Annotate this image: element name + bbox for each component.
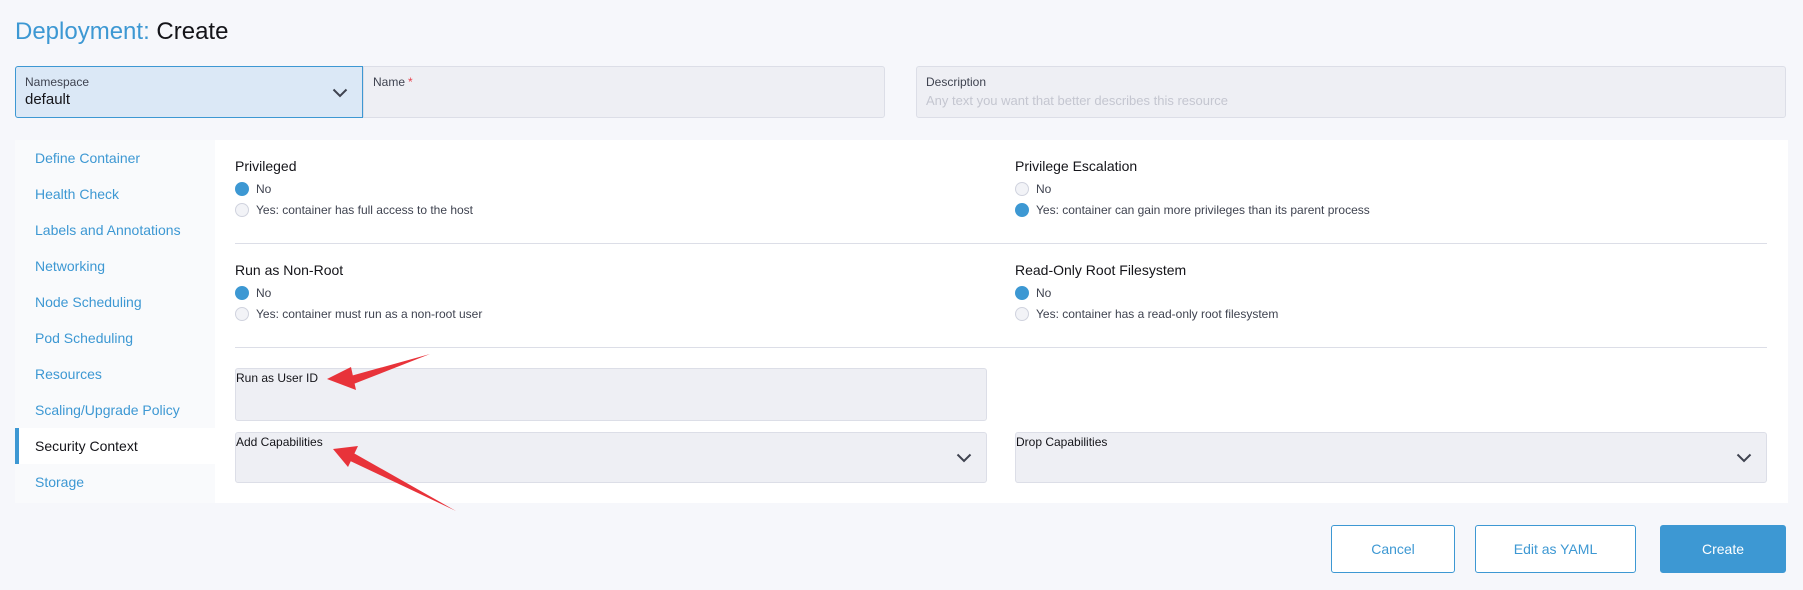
description-label: Description: [926, 75, 987, 89]
tab-scaling-upgrade-policy[interactable]: Scaling/Upgrade Policy: [15, 392, 215, 428]
page-title-action: Create: [156, 18, 229, 45]
radio-checked-icon: [1015, 203, 1029, 217]
read-only-root-fs-no-radio[interactable]: No: [1015, 285, 1051, 301]
deployment-create-page: Deployment: Create Namespace default Nam…: [0, 0, 1803, 590]
read-only-root-fs-yes-radio[interactable]: Yes: container has a read-only root file…: [1015, 306, 1278, 322]
privilege-escalation-title: Privilege Escalation: [1015, 158, 1138, 174]
read-only-root-fs-title: Read-Only Root Filesystem: [1015, 262, 1187, 278]
radio-unchecked-icon: [1015, 182, 1029, 196]
cancel-button[interactable]: Cancel: [1331, 525, 1455, 573]
namespace-label: Namespace: [25, 75, 90, 89]
drop-capabilities-select[interactable]: Drop Capabilities: [1015, 432, 1767, 483]
page-title: Deployment: Create: [15, 16, 228, 48]
radio-label: No: [1036, 286, 1052, 300]
namespace-select[interactable]: Namespace default: [15, 66, 363, 118]
radio-checked-icon: [235, 182, 249, 196]
name-label: Name *: [373, 75, 413, 89]
radio-label: Yes: container must run as a non-root us…: [256, 307, 483, 321]
radio-label: No: [256, 182, 272, 196]
radio-label: Yes: container has a read-only root file…: [1036, 307, 1279, 321]
run-as-non-root-title: Run as Non-Root: [235, 262, 344, 278]
radio-unchecked-icon: [235, 307, 249, 321]
tab-storage[interactable]: Storage: [15, 464, 215, 500]
tab-security-context[interactable]: Security Context: [15, 428, 215, 464]
tab-node-scheduling[interactable]: Node Scheduling: [15, 284, 215, 320]
privileged-yes-radio[interactable]: Yes: container has full access to the ho…: [235, 202, 473, 218]
privileged-no-radio[interactable]: No: [235, 181, 271, 197]
privileged-title: Privileged: [235, 158, 297, 174]
run-as-user-id-input[interactable]: Run as User ID: [235, 368, 987, 421]
name-input[interactable]: Name *: [363, 66, 885, 118]
security-context-panel: Privileged No Yes: container has full ac…: [215, 140, 1788, 503]
add-capabilities-label: Add Capabilities: [236, 435, 323, 449]
run-as-non-root-no-radio[interactable]: No: [235, 285, 271, 301]
section-tabs: Define Container Health Check Labels and…: [15, 140, 215, 503]
tab-define-container[interactable]: Define Container: [15, 140, 215, 176]
radio-checked-icon: [235, 286, 249, 300]
privilege-escalation-no-radio[interactable]: No: [1015, 181, 1051, 197]
description-input[interactable]: Description Any text you want that bette…: [916, 66, 1786, 118]
chevron-down-icon: [332, 88, 348, 98]
chevron-down-icon: [1736, 453, 1752, 463]
radio-label: Yes: container can gain more privileges …: [1036, 203, 1370, 217]
section-divider: [235, 347, 1767, 348]
radio-label: No: [1036, 182, 1052, 196]
create-button[interactable]: Create: [1660, 525, 1786, 573]
radio-label: No: [256, 286, 272, 300]
run-as-non-root-yes-radio[interactable]: Yes: container must run as a non-root us…: [235, 306, 482, 322]
section-divider: [235, 243, 1767, 244]
radio-unchecked-icon: [1015, 307, 1029, 321]
page-title-resource-type: Deployment:: [15, 18, 150, 45]
radio-unchecked-icon: [235, 203, 249, 217]
tab-resources[interactable]: Resources: [15, 356, 215, 392]
add-capabilities-select[interactable]: Add Capabilities: [235, 432, 987, 483]
radio-label: Yes: container has full access to the ho…: [256, 203, 474, 217]
tab-networking[interactable]: Networking: [15, 248, 215, 284]
edit-as-yaml-button[interactable]: Edit as YAML: [1475, 525, 1636, 573]
required-mark: *: [408, 75, 413, 89]
privilege-escalation-yes-radio[interactable]: Yes: container can gain more privileges …: [1015, 202, 1370, 218]
run-as-user-id-label: Run as User ID: [236, 371, 319, 385]
radio-checked-icon: [1015, 286, 1029, 300]
namespace-value: default: [25, 91, 71, 108]
tab-pod-scheduling[interactable]: Pod Scheduling: [15, 320, 215, 356]
tab-labels-and-annotations[interactable]: Labels and Annotations: [15, 212, 215, 248]
tab-health-check[interactable]: Health Check: [15, 176, 215, 212]
drop-capabilities-label: Drop Capabilities: [1016, 435, 1108, 449]
description-placeholder: Any text you want that better describes …: [926, 93, 1229, 108]
chevron-down-icon: [956, 453, 972, 463]
